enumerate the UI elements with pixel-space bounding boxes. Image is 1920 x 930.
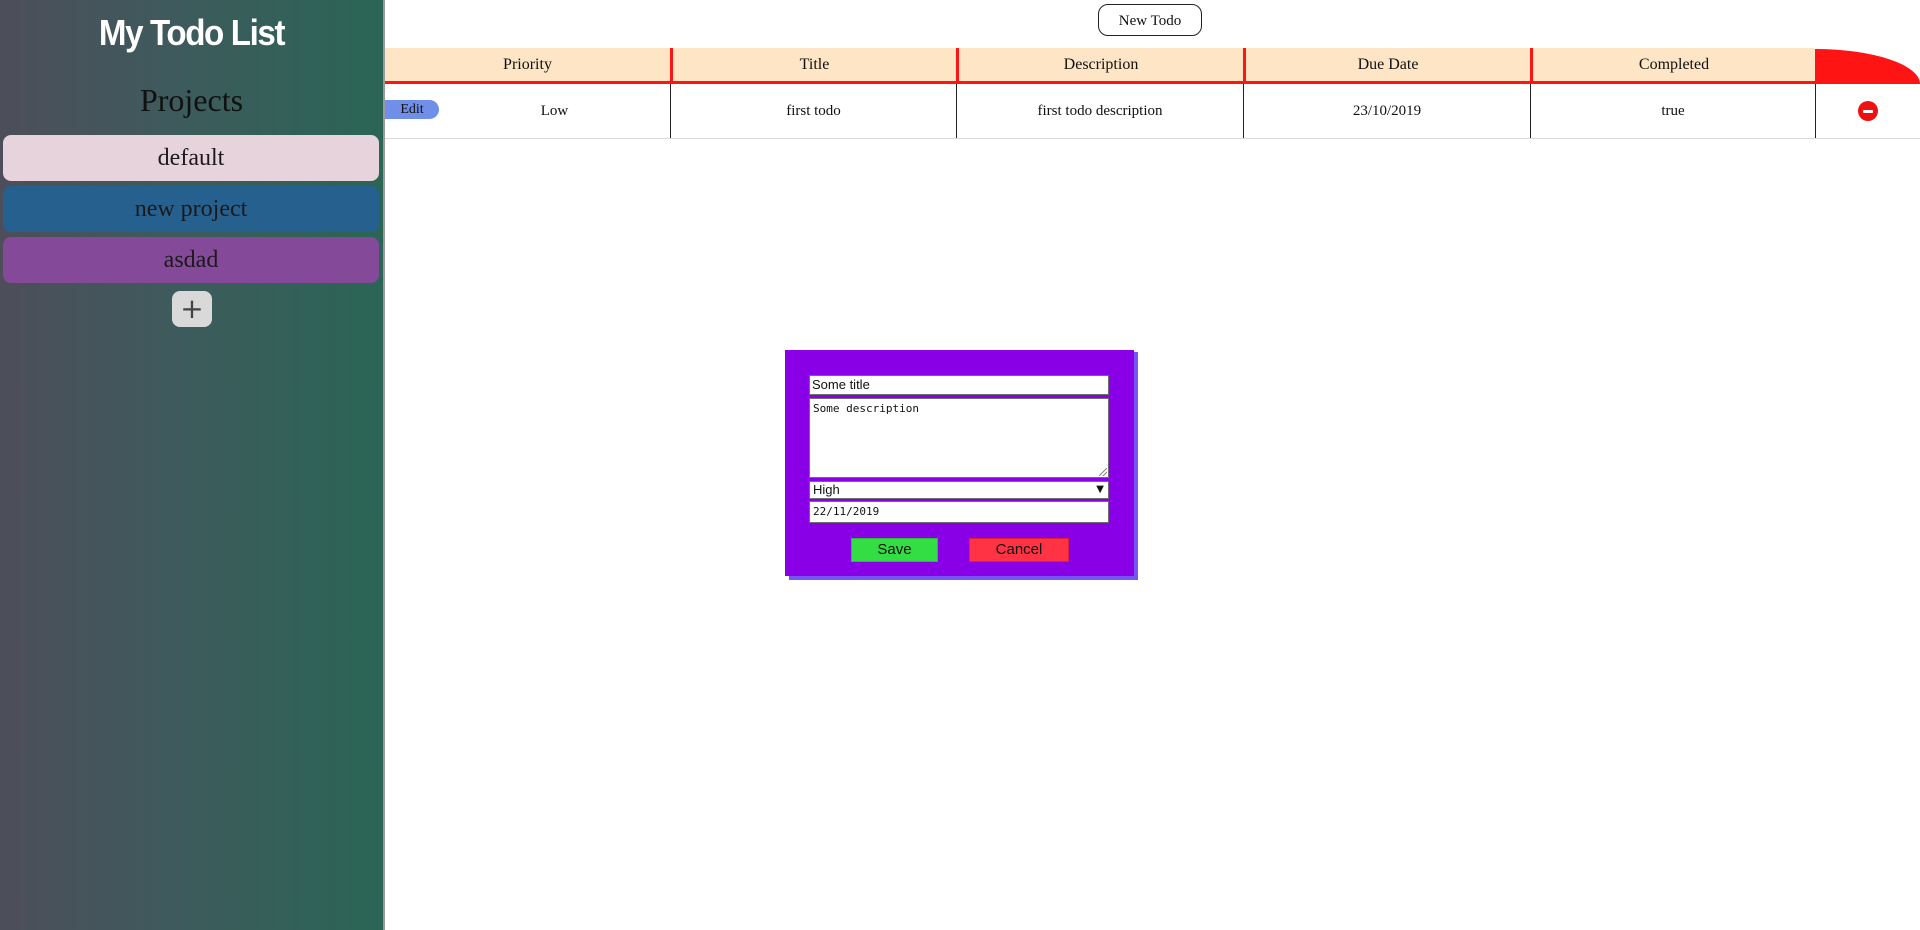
cell-completed: true	[1661, 103, 1685, 119]
title-input[interactable]: Some title	[809, 375, 1109, 395]
project-item-default[interactable]: default	[3, 135, 379, 181]
minus-circle-icon[interactable]	[1858, 101, 1878, 121]
cell-description: first todo description	[1037, 103, 1163, 119]
column-header-completed[interactable]: Completed	[1533, 48, 1815, 81]
edit-todo-modal: Some title Some description High ▼ 22/11…	[785, 350, 1134, 576]
cell-due-date: 23/10/2019	[1352, 103, 1422, 119]
table-header: Priority Title Description Due Date Comp…	[385, 48, 1815, 84]
project-item-new-project[interactable]: new project	[3, 186, 379, 232]
description-textarea[interactable]: Some description	[809, 398, 1109, 478]
save-button[interactable]: Save	[851, 538, 938, 562]
priority-select[interactable]: High ▼	[809, 481, 1109, 499]
table-row: Edit Low first todo first todo descripti…	[385, 84, 1920, 139]
sidebar: My Todo List Projects default new projec…	[0, 0, 383, 930]
edit-button[interactable]: Edit	[385, 100, 439, 119]
column-header-priority[interactable]: Priority	[385, 48, 670, 81]
column-header-description[interactable]: Description	[959, 48, 1243, 81]
cell-divider	[1815, 84, 1816, 138]
cell-priority: Low	[540, 103, 569, 119]
plus-icon: +	[180, 292, 204, 325]
sidebar-divider	[383, 0, 385, 930]
header-decoration	[1815, 49, 1920, 84]
due-date-input[interactable]: 22/11/2019	[809, 501, 1109, 523]
chevron-down-icon: ▼	[1096, 484, 1104, 495]
add-project-button[interactable]: +	[172, 291, 212, 327]
new-todo-button[interactable]: New Todo	[1098, 4, 1202, 36]
app-title: My Todo List	[98, 12, 286, 53]
resize-handle-icon[interactable]	[1099, 468, 1107, 476]
projects-heading: Projects	[139, 82, 244, 118]
column-header-title[interactable]: Title	[673, 48, 956, 81]
cancel-button[interactable]: Cancel	[969, 538, 1069, 562]
cell-title: first todo	[786, 103, 841, 119]
project-item-asdad[interactable]: asdad	[3, 237, 379, 283]
description-text: Some description	[813, 402, 919, 415]
priority-selected-value: High	[813, 482, 840, 497]
column-header-due-date[interactable]: Due Date	[1246, 48, 1530, 81]
